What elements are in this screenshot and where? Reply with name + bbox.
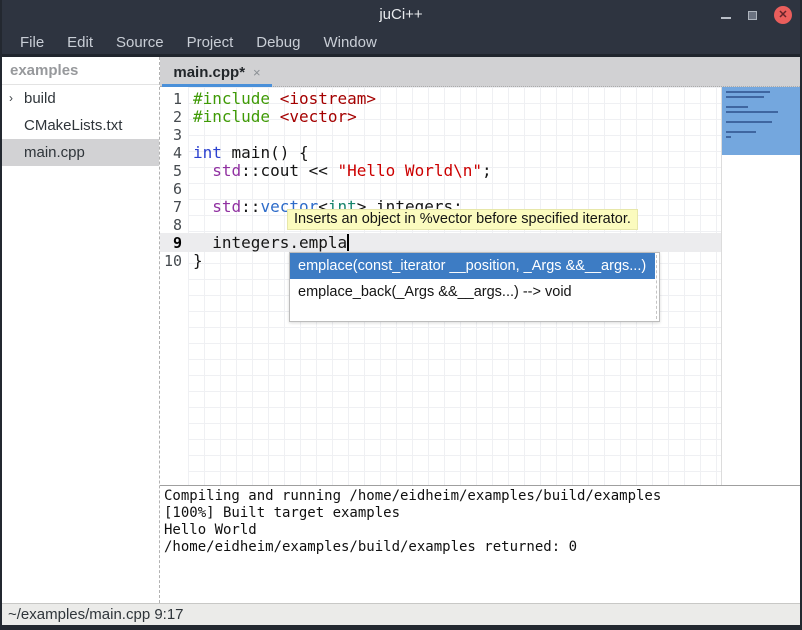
minimap-code-line [726,131,756,133]
console-line: /home/eidheim/examples/build/examples re… [164,539,800,556]
main-area: examples ›buildCMakeLists.txtmain.cpp ma… [2,57,800,603]
sidebar-header: examples [2,57,159,85]
expander-icon[interactable]: › [9,85,23,112]
line-number: 2 [160,108,188,126]
minimap-code-line [726,106,748,108]
titlebar[interactable]: juCi++ ✕ [2,0,800,30]
code-text: } [188,252,203,270]
line-number: 7 [160,198,188,216]
console-line: Compiling and running /home/eidheim/exam… [164,488,800,505]
file-tree: ›buildCMakeLists.txtmain.cpp [2,85,159,166]
code-line-1[interactable]: 1#include <iostream> [160,90,721,108]
minimap[interactable] [721,87,800,485]
minimap-code-line [726,91,770,93]
text-caret [347,234,349,251]
popup-scrollbar[interactable] [656,255,657,319]
menubar: FileEditSourceProjectDebugWindow [2,30,800,57]
code-line-5[interactable]: 5 std::cout << "Hello World\n"; [160,162,721,180]
console-line: [100%] Built target examples [164,505,800,522]
menu-file[interactable]: File [10,31,54,54]
app-window: juCi++ ✕ FileEditSourceProjectDebugWindo… [0,0,802,630]
menu-edit[interactable]: Edit [57,31,103,54]
file-tree-sidebar: examples ›buildCMakeLists.txtmain.cpp [2,57,160,603]
code-line-6[interactable]: 6 [160,180,721,198]
code-line-2[interactable]: 2#include <vector> [160,108,721,126]
line-number: 4 [160,144,188,162]
code-rows: 1#include <iostream>2#include <vector>34… [160,90,721,270]
code-text: int main() { [188,144,309,162]
window-bottom-border [2,625,800,630]
code-line-3[interactable]: 3 [160,126,721,144]
line-number: 10 [160,252,188,270]
line-number: 1 [160,90,188,108]
close-icon[interactable]: ✕ [774,6,792,24]
tab-label: main.cpp* [173,64,245,81]
code-text [188,216,193,234]
code-text: #include <iostream> [188,90,376,108]
code-editor[interactable]: 1#include <iostream>2#include <vector>34… [160,87,800,485]
menu-window[interactable]: Window [313,31,386,54]
code-text [188,126,193,144]
tabbar: main.cpp* × [160,57,800,87]
tree-item-main-cpp[interactable]: main.cpp [2,139,159,166]
autocomplete-popup: emplace(const_iterator __position, _Args… [289,252,660,322]
minimap-code-line [726,111,778,113]
minimap-code-line [726,96,764,98]
restore-icon[interactable] [748,11,757,20]
minimize-icon[interactable] [721,17,731,19]
code-text: std::cout << "Hello World\n"; [188,162,492,180]
code-text: #include <vector> [188,108,357,126]
line-number: 8 [160,216,188,234]
build-output-console[interactable]: Compiling and running /home/eidheim/exam… [160,485,800,603]
doc-tooltip: Inserts an object in %vector before spec… [287,209,638,230]
menu-project[interactable]: Project [177,31,244,54]
menu-source[interactable]: Source [106,31,174,54]
line-number: 9 [160,234,188,252]
tab-main-cpp[interactable]: main.cpp* × [162,57,272,87]
editor-column: main.cpp* × 1#include <iostream>2#includ… [160,57,800,603]
tree-item-label: CMakeLists.txt [23,112,122,139]
window-controls: ✕ [721,0,792,30]
line-number: 6 [160,180,188,198]
line-number: 5 [160,162,188,180]
code-text: integers.empla [188,234,347,252]
completion-item[interactable]: emplace(const_iterator __position, _Args… [290,253,655,279]
tree-item-label: main.cpp [23,139,85,166]
code-text [188,180,193,198]
tree-item-label: build [23,85,56,112]
tree-item-cmakelists-txt[interactable]: CMakeLists.txt [2,112,159,139]
code-line-9[interactable]: 9 integers.empla [160,234,721,252]
minimap-code-line [726,121,772,123]
window-title: juCi++ [2,6,800,23]
line-number: 3 [160,126,188,144]
tab-close-icon[interactable]: × [253,65,261,80]
minimap-code-line [726,136,731,138]
tree-item-build[interactable]: ›build [2,85,159,112]
menu-debug[interactable]: Debug [246,31,310,54]
statusbar: ~/examples/main.cpp 9:17 [2,603,800,625]
code-line-4[interactable]: 4int main() { [160,144,721,162]
minimap-slider[interactable] [722,87,800,155]
completion-item[interactable]: emplace_back(_Args &&__args...) --> void [290,279,659,305]
console-line: Hello World [164,522,800,539]
